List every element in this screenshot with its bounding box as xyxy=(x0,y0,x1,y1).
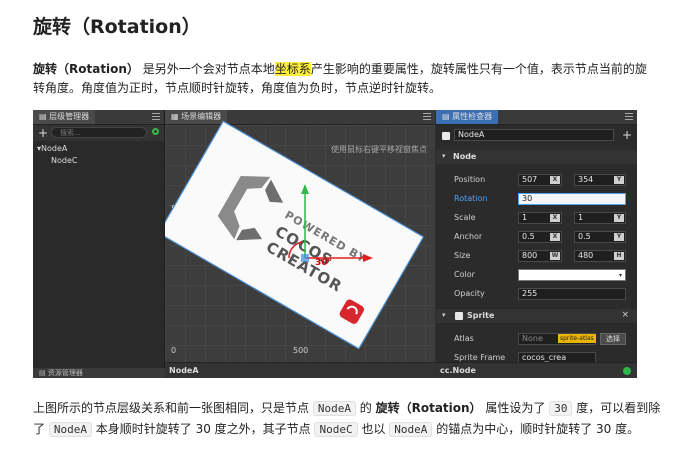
y-tag: Y xyxy=(614,233,624,241)
page-title: 旋转（Rotation） xyxy=(33,16,201,38)
assets-icon: ▤ xyxy=(39,369,48,377)
status-indicator-icon xyxy=(623,367,631,375)
color-row: Color ▾ xyxy=(436,267,637,284)
sprite-enabled-checkbox[interactable] xyxy=(455,312,463,320)
y-tag: Y xyxy=(614,214,624,222)
node-active-checkbox[interactable] xyxy=(442,132,450,140)
hierarchy-tab[interactable]: ▤ 层级管理器 xyxy=(33,110,96,124)
tree-item-nodec[interactable]: NodeC xyxy=(51,156,77,165)
remove-component-icon[interactable]: × xyxy=(621,310,629,320)
add-node-icon[interactable]: + xyxy=(38,126,48,140)
hierarchy-icon: ▤ xyxy=(39,112,50,121)
opacity-row: Opacity 255 xyxy=(436,286,637,303)
hierarchy-search-input[interactable]: 搜索... xyxy=(51,127,147,138)
opacity-input[interactable]: 255 xyxy=(518,288,626,300)
code-nodea: NodeA xyxy=(48,422,92,437)
rotation-term: 旋转（Rotation） xyxy=(33,62,139,76)
dropdown-arrow-icon: ▾ xyxy=(618,272,622,279)
code-nodec: NodeC xyxy=(314,422,358,437)
atlas-type-badge: sprite-atlas xyxy=(558,334,596,343)
hierarchy-header: ▤ 层级管理器 xyxy=(33,110,164,125)
rotation-row: Rotation 30 xyxy=(436,191,637,208)
inspector-header: ▤ 属性检查器 xyxy=(436,110,637,125)
x-tag: X xyxy=(550,233,560,241)
hierarchy-toolbar: + 搜索... xyxy=(33,125,164,141)
code-nodea: NodeA xyxy=(389,422,433,437)
highlight-coordinate-system[interactable]: 坐标系 xyxy=(274,62,311,76)
editor-screenshot: ▤ 层级管理器 + 搜索... ▾NodeA NodeC ▤ 资源管理器 ▦ 场… xyxy=(33,110,637,378)
node-name-field[interactable]: NodeA xyxy=(454,129,614,141)
rotation-input[interactable]: 30 xyxy=(518,193,626,205)
hierarchy-panel: ▤ 层级管理器 + 搜索... ▾NodeA NodeC ▤ 资源管理器 xyxy=(33,110,170,378)
select-atlas-button[interactable]: 选择 xyxy=(600,333,626,345)
transform-gizmo[interactable] xyxy=(165,110,435,378)
hierarchy-menu-icon[interactable] xyxy=(152,113,160,114)
scene-footer: NodeA xyxy=(165,362,435,378)
inspector-icon: ▤ xyxy=(442,112,453,121)
h-tag: H xyxy=(614,252,624,260)
rotation-term: 旋转（Rotation） xyxy=(375,401,482,415)
assets-tab[interactable]: ▤ 资源管理器 xyxy=(33,368,170,378)
explanation-paragraph: 上图所示的节点层级关系和前一张图相同，只是节点 NodeA 的 旋转（Rotat… xyxy=(33,401,661,437)
scene-panel: ▦ 场景编辑器 使用鼠标右键平移视窗焦点 500 0 500 POWERED B… xyxy=(165,110,435,378)
code-30: 30 xyxy=(549,401,573,416)
x-tag: X xyxy=(550,176,560,184)
refresh-icon[interactable] xyxy=(152,128,159,135)
inspector-tab[interactable]: ▤ 属性检查器 xyxy=(436,110,499,124)
scale-row: Scale 1 X 1 Y xyxy=(436,210,637,227)
anchor-row: Anchor 0.5 X 0.5 Y xyxy=(436,229,637,246)
code-nodea: NodeA xyxy=(312,401,356,416)
node-name-row: NodeA + xyxy=(436,127,637,144)
rotation-angle-label: 30° xyxy=(315,258,333,268)
add-component-icon[interactable]: + xyxy=(622,128,632,142)
sprite-section-header[interactable]: ▾ Sprite × xyxy=(436,309,637,323)
intro-text-1: 是另外一个会对节点本地 xyxy=(138,62,275,76)
color-picker[interactable]: ▾ xyxy=(518,269,626,281)
x-tag: X xyxy=(550,214,560,222)
tree-item-nodea[interactable]: ▾NodeA xyxy=(37,144,67,153)
y-tag: Y xyxy=(614,176,624,184)
inspector-panel: ▤ 属性检查器 NodeA + ▾ Node Position 507 X 35… xyxy=(436,110,637,378)
size-row: Size 800 W 480 H xyxy=(436,248,637,265)
w-tag: W xyxy=(550,252,560,260)
chevron-down-icon: ▾ xyxy=(442,152,446,160)
inspector-footer: cc.Node xyxy=(436,362,637,378)
intro-paragraph: 旋转（Rotation） 是另外一个会对节点本地坐标系产生影响的重要属性，旋转属… xyxy=(33,60,658,98)
node-section-header[interactable]: ▾ Node xyxy=(436,150,637,164)
inspector-menu-icon[interactable] xyxy=(625,113,633,114)
atlas-row: Atlas None sprite-atlas 选择 xyxy=(436,331,637,348)
chevron-down-icon: ▾ xyxy=(442,311,446,319)
position-row: Position 507 X 354 Y xyxy=(436,172,637,189)
